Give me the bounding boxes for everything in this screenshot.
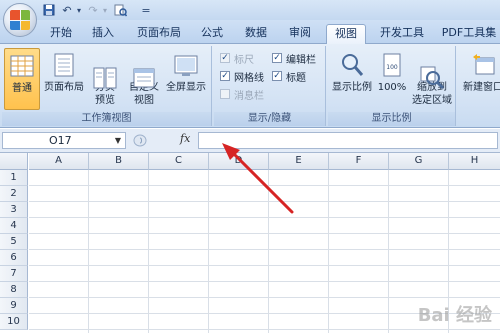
full-screen-label: 全屏显示 <box>166 82 206 93</box>
row-header[interactable]: 4 <box>0 218 28 234</box>
redo-icon[interactable]: ↷ <box>86 2 100 18</box>
page-break-preview-button[interactable]: 分页 预览 <box>88 48 122 110</box>
column-header-e[interactable]: E <box>269 153 329 170</box>
tab-page-layout[interactable]: 页面布局 <box>130 24 188 44</box>
title-bar: ↶ ▾ ↷ ▾ = <box>0 0 500 20</box>
new-window-label: 新建窗口 <box>463 82 500 93</box>
checkbox-icon <box>220 89 230 99</box>
headings-checkbox[interactable]: ✓ 标题 <box>272 69 306 84</box>
print-preview-icon[interactable] <box>112 2 128 18</box>
normal-view-icon <box>9 53 35 79</box>
insert-function-icon[interactable]: fx <box>180 132 190 145</box>
ribbon: 普通 页面布局 分页 预览 自定义 视图 全屏显示 工作簿视图 <box>0 44 500 128</box>
row-header[interactable]: 7 <box>0 266 28 282</box>
tab-formulas[interactable]: 公式 <box>194 24 230 44</box>
checkbox-icon: ✓ <box>272 71 282 81</box>
custom-views-button[interactable]: 自定义 视图 <box>126 48 162 110</box>
column-header-a[interactable]: A <box>29 153 89 170</box>
chevron-down-icon[interactable]: ▾ <box>74 2 84 18</box>
save-icon[interactable] <box>42 2 56 18</box>
magnifier-icon <box>339 52 365 78</box>
zoom-100-button[interactable]: 100 100% <box>376 48 408 110</box>
group-label-show-hide: 显示/隐藏 <box>214 112 325 126</box>
formula-input[interactable] <box>198 132 498 149</box>
normal-view-label: 普通 <box>12 83 32 94</box>
name-box[interactable]: O17 ▼ <box>2 132 126 149</box>
watermark: Bai 经验 <box>417 305 492 326</box>
column-header-h[interactable]: H <box>449 153 500 170</box>
chevron-down-icon[interactable]: ▾ <box>100 2 110 18</box>
row-header[interactable]: 2 <box>0 186 28 202</box>
full-screen-button[interactable]: 全屏显示 <box>164 48 208 110</box>
row-header[interactable]: 1 <box>0 170 28 186</box>
group-label-zoom: 显示比例 <box>328 112 455 126</box>
gridlines-checkbox[interactable]: ✓ 网格线 <box>220 69 264 84</box>
group-zoom: 显示比例 100 100% 缩放到 选定区域 显示比例 <box>328 46 456 126</box>
column-header-c[interactable]: C <box>149 153 209 170</box>
new-window-button[interactable]: 新建窗口 <box>460 48 500 110</box>
row-header[interactable]: 3 <box>0 202 28 218</box>
row-header[interactable]: 5 <box>0 234 28 250</box>
formula-bar-checkbox[interactable]: ✓ 编辑栏 <box>272 51 316 66</box>
svg-text:100: 100 <box>386 64 398 71</box>
message-bar-checkbox[interactable]: 消息栏 <box>220 87 264 102</box>
zoom-100-label: 100% <box>377 82 407 93</box>
office-logo-icon <box>10 10 30 30</box>
page-layout-icon <box>51 52 77 78</box>
group-workbook-views: 普通 页面布局 分页 预览 自定义 视图 全屏显示 工作簿视图 <box>2 46 212 126</box>
group-show-hide: ✓ 标尺 ✓ 网格线 消息栏 ✓ 编辑栏 ✓ 标题 显示/隐藏 <box>214 46 326 126</box>
tab-home[interactable]: 开始 <box>42 24 80 44</box>
row-header[interactable]: 8 <box>0 282 28 298</box>
zoom-to-selection-icon <box>419 52 445 90</box>
formula-bar: O17 ▼ fx <box>0 129 500 153</box>
checkbox-icon: ✓ <box>220 71 230 81</box>
office-button[interactable] <box>3 3 37 37</box>
tab-review[interactable]: 审阅 <box>282 24 318 44</box>
zoom-100-icon: 100 <box>379 52 405 78</box>
column-header-b[interactable]: B <box>89 153 149 170</box>
name-box-value: O17 <box>49 134 72 147</box>
zoom-label: 显示比例 <box>332 82 372 93</box>
checkbox-icon: ✓ <box>272 53 282 63</box>
tab-insert[interactable]: 插入 <box>84 24 122 44</box>
checkbox-icon: ✓ <box>220 53 230 63</box>
zoom-button[interactable]: 显示比例 <box>330 48 374 110</box>
worksheet-grid: A B C D E F G H 1 2 3 4 5 6 7 8 9 10 Bai… <box>0 153 500 333</box>
full-screen-icon <box>173 52 199 78</box>
page-layout-view-button[interactable]: 页面布局 <box>42 48 86 110</box>
chevron-down-icon[interactable]: ▼ <box>115 133 121 148</box>
tab-view[interactable]: 视图 <box>326 24 366 45</box>
row-header[interactable]: 9 <box>0 298 28 314</box>
zoom-to-selection-button[interactable]: 缩放到 选定区域 <box>410 48 454 110</box>
ribbon-tabs: 开始 插入 页面布局 公式 数据 审阅 视图 开发工具 PDF工具集 <box>0 20 500 45</box>
page-layout-view-label: 页面布局 <box>44 82 84 93</box>
row-header[interactable]: 10 <box>0 314 28 330</box>
normal-view-button[interactable]: 普通 <box>4 48 40 110</box>
tab-pdf-tools[interactable]: PDF工具集 <box>438 24 500 44</box>
column-header-g[interactable]: G <box>389 153 449 170</box>
formula-buttons: fx <box>130 132 196 149</box>
group-window: 新建窗口 <box>458 46 500 126</box>
tab-developer[interactable]: 开发工具 <box>372 24 432 44</box>
tab-data[interactable]: 数据 <box>238 24 274 44</box>
undo-icon[interactable]: ↶ <box>60 2 74 18</box>
new-window-icon <box>470 52 496 78</box>
select-all-corner[interactable] <box>0 153 28 170</box>
column-header-f[interactable]: F <box>329 153 389 170</box>
page-break-preview-icon <box>92 52 118 89</box>
customize-toolbar-icon[interactable]: = <box>140 2 152 18</box>
custom-views-icon <box>131 52 157 88</box>
ruler-checkbox[interactable]: ✓ 标尺 <box>220 51 254 66</box>
row-header[interactable]: 6 <box>0 250 28 266</box>
column-header-d[interactable]: D <box>209 153 269 170</box>
group-label-workbook-views: 工作簿视图 <box>2 112 211 126</box>
